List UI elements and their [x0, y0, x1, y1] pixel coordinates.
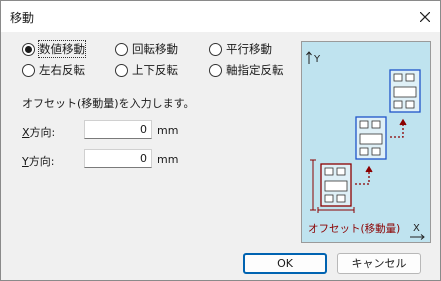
x-label-rest: 方向: [29, 126, 56, 139]
radio-label: 軸指定反転 [226, 63, 284, 77]
cancel-button[interactable]: キャンセル [337, 253, 421, 274]
ok-button[interactable]: OK [243, 253, 327, 274]
radio-button[interactable] [209, 63, 222, 77]
x-axis-arrow-icon [410, 234, 425, 240]
part-copy-1 [355, 116, 387, 160]
radio-flip-vertical[interactable]: 上下反転 [115, 62, 178, 78]
instruction-text: オフセット(移動量)を入力します。 [22, 97, 195, 110]
window-title: 移動 [10, 11, 35, 25]
radio-label: 回転移動 [132, 42, 178, 56]
y-offset-input[interactable]: 0 [84, 149, 152, 168]
radio-label: 平行移動 [226, 42, 272, 56]
radio-button[interactable] [209, 42, 222, 56]
title-bar: 移動 [1, 1, 440, 32]
close-button[interactable] [410, 1, 440, 32]
y-accesskey: Y [22, 155, 29, 168]
radio-axis-flip[interactable]: 軸指定反転 [209, 62, 284, 78]
axis-y-label: Y [313, 54, 321, 65]
radio-button[interactable] [115, 42, 128, 56]
radio-label: 数値移動 [38, 40, 86, 58]
preview-caption: オフセット(移動量) [308, 222, 400, 235]
y-direction-label: Y方向: [22, 153, 54, 169]
radio-rotate-move[interactable]: 回転移動 [115, 41, 178, 57]
y-unit: mm [157, 153, 179, 166]
offset-arrow-2-icon [390, 118, 407, 138]
radio-flip-horizontal[interactable]: 左右反転 [22, 62, 85, 78]
offset-arrow-1-icon [355, 165, 373, 185]
part-copy-2 [389, 69, 421, 113]
y-label-rest: 方向: [28, 155, 55, 168]
x-accesskey: X [22, 126, 30, 139]
radio-parallel-move[interactable]: 平行移動 [209, 41, 272, 57]
move-preview: Y X オフセット(移動量) [301, 41, 431, 243]
part-original [320, 163, 352, 207]
x-direction-label: X方向: [22, 124, 55, 140]
preview-illustration: Y X オフセット(移動量) [306, 51, 425, 240]
radio-label: 左右反転 [39, 63, 85, 77]
axis-x-label: X [413, 223, 420, 234]
radio-button[interactable] [115, 63, 128, 77]
radio-button[interactable] [22, 42, 35, 56]
x-unit: mm [157, 124, 179, 137]
x-offset-input[interactable]: 0 [84, 120, 152, 139]
move-dialog: 移動 数値移動 回転移動 平行移動 左右反転 上下反転 軸指定反転 オフセット(… [0, 0, 441, 281]
radio-numeric-move[interactable]: 数値移動 [22, 40, 86, 58]
radio-label: 上下反転 [132, 63, 178, 77]
y-axis-arrow-icon [306, 51, 312, 64]
radio-button[interactable] [22, 63, 35, 77]
close-icon [420, 11, 430, 22]
